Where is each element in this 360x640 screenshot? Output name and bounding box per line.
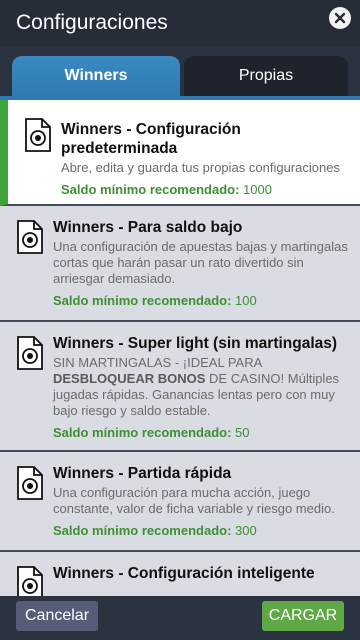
config-item-partida-rapida[interactable]: Winners - Partida rápida Una configuraci… [0,452,360,552]
tab-bar: Winners Propias [0,46,360,98]
header: Configuraciones [0,0,360,46]
tab-winners[interactable]: Winners [12,56,180,96]
config-description: SIN MARTINGALAS - ¡IDEAL PARA DESBLOQUEA… [53,355,340,418]
config-item-predeterminada[interactable]: Winners - Configuración predeterminada A… [0,100,360,206]
config-title: Winners - Configuración predeterminada [61,121,241,157]
config-title: Winners - Super light (sin martingalas) [53,335,338,352]
config-min-balance: Saldo mínimo recomendado: 1000 [61,182,272,197]
document-chip-icon [24,118,52,152]
config-title: Winners - Partida rápida [53,465,232,482]
config-item-saldo-bajo[interactable]: Winners - Para saldo bajo Una configurac… [0,206,360,322]
config-title: Winners - Configuración inteligente [53,565,315,582]
config-item-inteligente[interactable]: Winners - Configuración inteligente [0,552,360,600]
document-chip-icon [16,566,44,600]
config-min-balance: Saldo mínimo recomendado: 100 [53,293,257,308]
config-item-super-light[interactable]: Winners - Super light (sin martingalas) … [0,322,360,452]
cancel-button[interactable]: Cancelar [16,601,98,631]
config-min-balance: Saldo mínimo recomendado: 300 [53,523,257,538]
document-chip-icon [16,466,44,500]
document-chip-icon [16,220,44,254]
config-title: Winners - Para saldo bajo [53,219,243,236]
config-description: Una configuración para mucha acción, jue… [53,485,335,516]
config-list[interactable]: Winners - Configuración predeterminada A… [0,100,360,600]
config-description: Una configuración de apuestas bajas y ma… [53,239,348,286]
page-title: Configuraciones [16,11,168,34]
document-chip-icon [16,336,44,370]
config-description: Abre, edita y guarda tus propias configu… [61,160,340,175]
close-icon[interactable] [329,7,351,29]
footer: Cancelar CARGAR [0,596,360,640]
tab-propias[interactable]: Propias [184,56,348,96]
config-min-balance: Saldo mínimo recomendado: 50 [53,425,250,440]
load-button[interactable]: CARGAR [262,601,344,631]
